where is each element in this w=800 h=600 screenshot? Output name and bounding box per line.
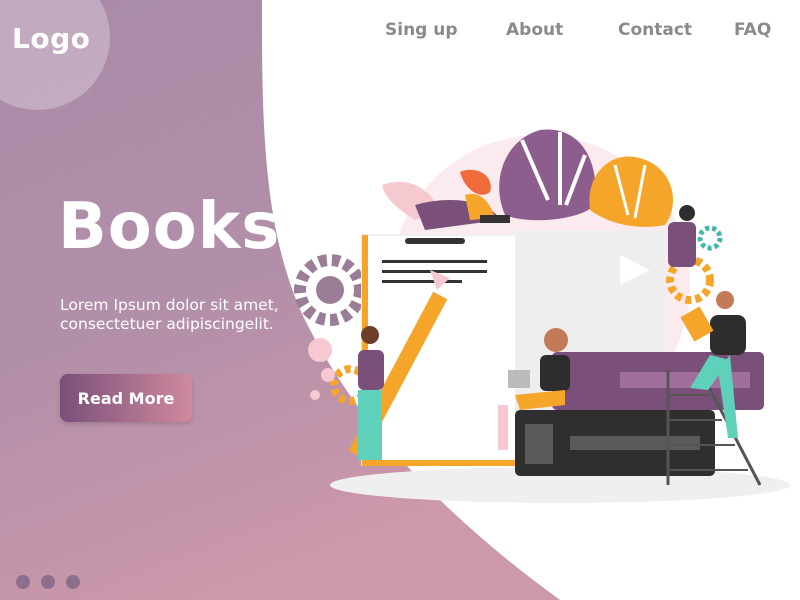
logo[interactable]: Logo [12, 22, 90, 55]
nav-faq[interactable]: FAQ [734, 20, 771, 40]
pagination-dot-3[interactable] [66, 575, 80, 589]
books-illustration [294, 129, 790, 503]
pagination-dot-2[interactable] [41, 575, 55, 589]
nav-sign-up[interactable]: Sing up [385, 20, 458, 40]
nav-about[interactable]: About [506, 20, 563, 40]
nav-contact[interactable]: Contact [618, 20, 692, 40]
landing-page: Logo Sing up About Contact FAQ Books Lor… [0, 0, 800, 600]
hero-title: Books [58, 190, 281, 264]
pagination-dot-1[interactable] [16, 575, 30, 589]
laptop-icon [508, 370, 530, 388]
read-more-button[interactable]: Read More [60, 374, 192, 422]
